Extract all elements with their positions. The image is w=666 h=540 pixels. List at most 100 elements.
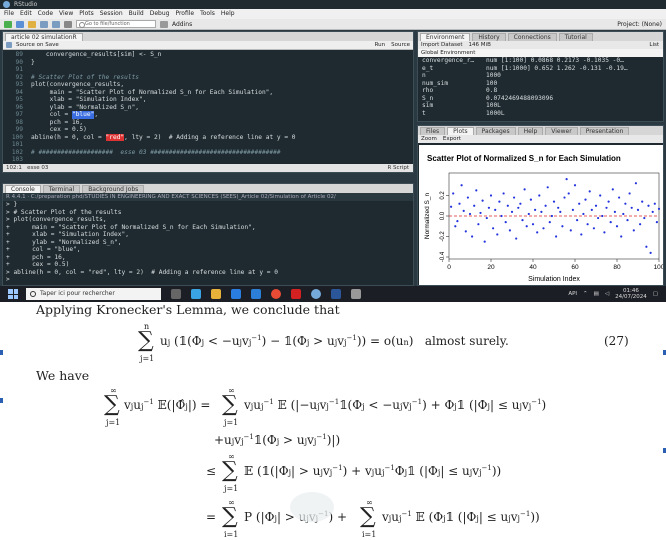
mail-icon[interactable] xyxy=(251,289,261,299)
tab-tutorial[interactable]: Tutorial xyxy=(558,33,593,41)
env-variable-row[interactable]: rho 0.8 xyxy=(418,87,663,95)
console-pane: Console Terminal Background Jobs R 4.4.1… xyxy=(2,183,414,286)
env-variable-row[interactable]: n 1000 xyxy=(418,72,663,80)
cursor-position: 102:1 xyxy=(6,165,22,171)
open-file-icon[interactable] xyxy=(28,20,36,28)
tab-viewer[interactable]: Viewer xyxy=(545,127,578,135)
tab-console[interactable]: Console xyxy=(5,185,41,193)
save-icon[interactable] xyxy=(6,42,12,48)
chrome-icon[interactable] xyxy=(271,289,281,299)
code-line[interactable]: 90} xyxy=(3,59,413,67)
code-line[interactable]: 101 xyxy=(3,141,413,149)
env-variable-row[interactable]: S_n 0.0742469488093096 xyxy=(418,95,663,103)
rstudio-taskbar-icon[interactable] xyxy=(311,289,321,299)
acrobat-icon[interactable] xyxy=(291,289,301,299)
tab-files[interactable]: Files xyxy=(420,127,446,135)
memory-usage[interactable]: 146 MiB xyxy=(469,41,491,49)
print-icon[interactable] xyxy=(64,20,72,28)
tab-plots[interactable]: Plots xyxy=(447,127,474,135)
section-name[interactable]: esse 03 xyxy=(27,165,48,171)
env-variable-row[interactable]: e_t num [1:1000] 0.652 1.262 -0.131 -0.19… xyxy=(418,65,663,73)
menu-build[interactable]: Build xyxy=(129,9,144,19)
source-button[interactable]: Source xyxy=(391,42,410,48)
import-dataset-button[interactable]: Import Dataset xyxy=(421,41,463,49)
source-on-save-checkbox[interactable]: Source on Save xyxy=(16,42,59,48)
menu-plots[interactable]: Plots xyxy=(79,9,93,19)
menu-profile[interactable]: Profile xyxy=(175,9,194,19)
file-type[interactable]: R Script xyxy=(387,164,409,172)
scope-select[interactable]: Global Environment xyxy=(421,49,475,57)
code-line[interactable]: 102 # #################### esse 03 ######… xyxy=(3,149,413,157)
menu-view[interactable]: View xyxy=(59,9,73,19)
app-icon[interactable] xyxy=(351,289,361,299)
code-line[interactable]: 100 abline(h = 0, col = "red", lty = 2) #… xyxy=(3,133,413,141)
system-tray: API ⌃ ▤ ◁ 01:46 24/07/2024 ▢ xyxy=(568,288,666,300)
scatter-point xyxy=(473,204,476,207)
menu-debug[interactable]: Debug xyxy=(150,9,170,19)
menu-tools[interactable]: Tools xyxy=(200,9,215,19)
save-all-icon[interactable] xyxy=(52,20,60,28)
task-view-icon[interactable] xyxy=(171,289,181,299)
export-button[interactable]: Export xyxy=(443,135,461,143)
code-line[interactable]: 99 cex = 0.5) xyxy=(3,126,413,134)
env-variable-value: 1000L xyxy=(486,109,505,117)
code-line[interactable]: 94 main = "Scatter Plot of Normalized S_… xyxy=(3,89,413,97)
volume-icon[interactable]: ◁ xyxy=(605,291,609,297)
chevron-up-icon[interactable]: ⌃ xyxy=(583,291,588,297)
code-line[interactable]: 95 xlab = "Simulation Index", xyxy=(3,96,413,104)
new-file-icon[interactable] xyxy=(4,20,12,28)
env-variable-row[interactable]: t 1000L xyxy=(418,110,663,118)
zoom-button[interactable]: Zoom xyxy=(421,135,437,143)
windows-start-icon[interactable] xyxy=(8,289,18,299)
menu-session[interactable]: Session xyxy=(100,9,123,19)
tab-background-jobs[interactable]: Background Jobs xyxy=(82,185,145,193)
scatter-point xyxy=(540,210,543,213)
list-view-toggle[interactable]: List xyxy=(649,41,659,49)
goto-file-input[interactable]: Go to file/function xyxy=(76,20,156,28)
code-line[interactable]: 93 plot(convergence_results, xyxy=(3,81,413,89)
tab-presentation[interactable]: Presentation xyxy=(579,127,630,135)
scatter-point xyxy=(555,235,558,238)
tab-packages[interactable]: Packages xyxy=(475,127,516,135)
tab-help[interactable]: Help xyxy=(517,127,544,135)
code-line[interactable]: 92 # Scatter Plot of the results xyxy=(3,74,413,82)
word-icon[interactable] xyxy=(331,289,341,299)
x-tick-label: 60 xyxy=(571,264,579,271)
tab-connections[interactable]: Connections xyxy=(507,33,557,41)
code-line[interactable]: 103 xyxy=(3,156,413,164)
edge-icon[interactable] xyxy=(191,289,201,299)
code-line[interactable]: 98 pch = 16, xyxy=(3,119,413,127)
scatter-point xyxy=(550,214,553,218)
network-icon[interactable]: ▤ xyxy=(594,291,599,297)
new-project-icon[interactable] xyxy=(16,20,24,28)
run-button[interactable]: Run xyxy=(375,42,386,48)
api-indicator[interactable]: API xyxy=(568,291,577,297)
save-icon[interactable] xyxy=(40,20,48,28)
code-line[interactable]: 91 xyxy=(3,66,413,74)
addins-menu[interactable]: Addins xyxy=(172,21,192,28)
grid-icon[interactable] xyxy=(160,20,168,28)
clock[interactable]: 01:46 24/07/2024 xyxy=(615,288,647,300)
code-line[interactable]: 89 convergence_results[sim] <- S_n xyxy=(3,51,413,59)
env-variable-row[interactable]: num_sim 100 xyxy=(418,80,663,88)
code-area[interactable]: 89 convergence_results[sim] <- S_n 90} 91 9… xyxy=(3,51,413,165)
tab-article-02-simulation[interactable]: article 02 simulationR xyxy=(5,33,83,41)
code-line[interactable]: 97 col = "blue", xyxy=(3,111,413,119)
scatter-point xyxy=(534,208,537,211)
store-icon[interactable] xyxy=(231,289,241,299)
taskbar-search-input[interactable]: Taper ici pour rechercher xyxy=(26,288,161,300)
console-output[interactable]: > } > # Scatter Plot of the results > plot… xyxy=(3,201,413,284)
menu-code[interactable]: Code xyxy=(38,9,53,19)
env-variable-row[interactable]: convergence_r… num [1:100] 0.0868 0.2173 … xyxy=(418,57,663,65)
project-menu[interactable]: Project: (None) xyxy=(617,21,662,28)
menu-edit[interactable]: Edit xyxy=(20,9,32,19)
tab-environment[interactable]: Environment xyxy=(420,33,471,41)
env-variable-row[interactable]: sim 100L xyxy=(418,102,663,110)
tab-terminal[interactable]: Terminal xyxy=(42,185,81,193)
notification-icon[interactable]: ▢ xyxy=(653,291,658,297)
menu-file[interactable]: File xyxy=(4,9,14,19)
code-line[interactable]: 96 ylab = "Normalized S_n", xyxy=(3,104,413,112)
file-explorer-icon[interactable] xyxy=(211,289,221,299)
menu-help[interactable]: Help xyxy=(221,9,235,19)
tab-history[interactable]: History xyxy=(472,33,506,41)
